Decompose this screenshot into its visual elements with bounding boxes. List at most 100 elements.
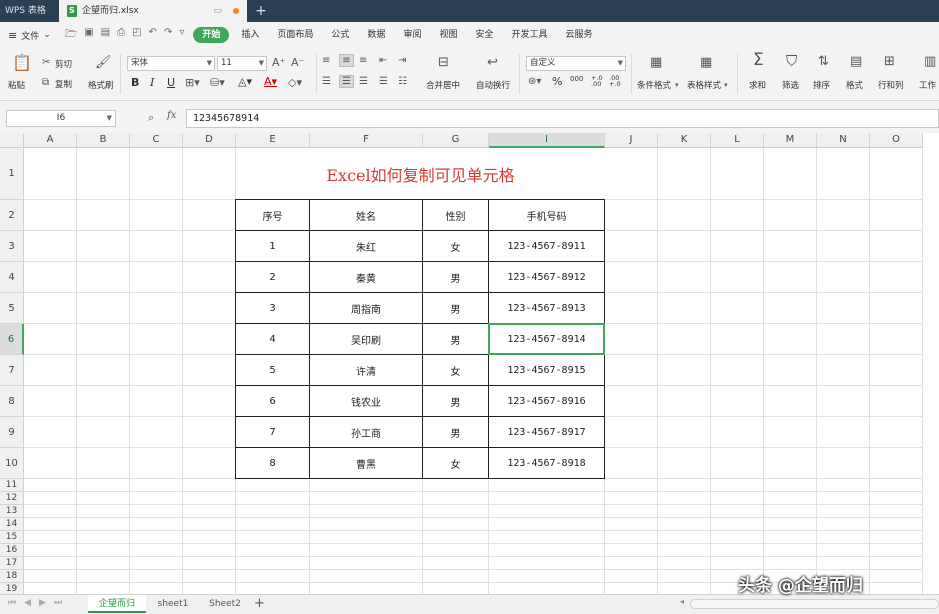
active-cell-selection[interactable]	[488, 323, 605, 355]
menu-cloud[interactable]: 云服务	[557, 22, 602, 48]
thousands-button[interactable]: 000	[570, 75, 583, 83]
merge-center-button[interactable]: 合并居中	[426, 79, 460, 91]
filter-button[interactable]: 筛选	[782, 79, 799, 91]
menu-formulas[interactable]: 公式	[322, 22, 358, 48]
column-header[interactable]: O	[870, 133, 923, 148]
table-cell[interactable]: 6	[236, 386, 310, 417]
row-header[interactable]: 15	[0, 531, 24, 544]
menu-view[interactable]: 视图	[430, 22, 466, 48]
row-header[interactable]: 5	[0, 293, 24, 324]
format-painter-button[interactable]: 格式刷	[88, 79, 114, 91]
table-cell[interactable]: 秦黄	[310, 262, 423, 293]
row-header[interactable]: 17	[0, 557, 24, 570]
sheet-tab-sheet2[interactable]: Sheet2	[200, 595, 250, 613]
column-header[interactable]: I	[489, 133, 605, 148]
column-header[interactable]: B	[77, 133, 130, 148]
font-name-select[interactable]: 宋体 ▼	[127, 56, 215, 71]
sheet-tab-qiwang[interactable]: 企望而归	[88, 595, 146, 613]
align-bottom-icon[interactable]: ≡	[359, 55, 367, 66]
number-format-select[interactable]: 自定义 ▼	[526, 56, 626, 71]
scroll-left-icon[interactable]: ◂	[680, 597, 684, 606]
menu-insert[interactable]: 插入	[232, 22, 268, 48]
table-cell[interactable]: 男	[423, 417, 489, 448]
table-cell[interactable]: 曹黑	[310, 448, 423, 479]
paste-icon[interactable]: 📋	[12, 55, 32, 71]
add-sheet-button[interactable]: +	[254, 595, 265, 613]
wrap-text-icon[interactable]: ↩	[487, 56, 498, 69]
table-cell[interactable]: 3	[236, 293, 310, 324]
row-header[interactable]: 16	[0, 544, 24, 557]
align-left-icon[interactable]: ☰	[322, 76, 331, 87]
table-cell[interactable]: 吴印刷	[310, 324, 423, 355]
table-cell[interactable]: 7	[236, 417, 310, 448]
new-tab-button[interactable]: +	[252, 0, 270, 22]
table-cell[interactable]: 1	[236, 231, 310, 262]
row-header[interactable]: 12	[0, 492, 24, 505]
cut-button[interactable]: 剪切	[55, 58, 72, 70]
filter-icon[interactable]: ⛉	[786, 54, 797, 69]
menu-data[interactable]: 数据	[358, 22, 394, 48]
sort-button[interactable]: 排序	[813, 79, 830, 91]
table-cell[interactable]: 朱红	[310, 231, 423, 262]
table-cell[interactable]: 女	[423, 355, 489, 386]
indent-decrease-icon[interactable]: ⇤	[379, 55, 387, 66]
row-header[interactable]: 18	[0, 570, 24, 583]
select-all-corner[interactable]	[0, 133, 24, 148]
align-center-icon[interactable]: ☰	[339, 75, 354, 88]
row-header[interactable]: 4	[0, 262, 24, 293]
row-header[interactable]: 3	[0, 231, 24, 262]
row-header[interactable]: 2	[0, 200, 24, 231]
spreadsheet-grid[interactable]: A B C D E F G I J K L M N O 1 2 3 4 5 6 7 8 9 10 11 12 13 14 15 16 17 1…	[0, 133, 939, 594]
underline-button[interactable]: U	[167, 76, 175, 89]
table-cell[interactable]: 123-4567-8916	[489, 386, 605, 417]
justify-icon[interactable]: ☰	[379, 76, 388, 87]
table-cell[interactable]: 女	[423, 231, 489, 262]
column-header[interactable]: J	[605, 133, 658, 148]
table-cell[interactable]: 女	[423, 448, 489, 479]
open-icon[interactable]: 🗁	[65, 27, 77, 44]
cut-icon[interactable]: ✂	[42, 57, 50, 68]
table-cell[interactable]: 孙工商	[310, 417, 423, 448]
name-box[interactable]: I6 ▼	[6, 110, 116, 127]
worksheet-icon[interactable]: ▥	[924, 55, 936, 68]
menu-home[interactable]: 开始	[193, 27, 230, 43]
sum-button[interactable]: 求和	[749, 79, 766, 91]
zoom-search-icon[interactable]: ⌕	[148, 111, 154, 125]
indent-increase-icon[interactable]: ⇥	[398, 55, 406, 66]
rows-cols-button[interactable]: 行和列	[878, 79, 904, 91]
row-header[interactable]: 8	[0, 386, 24, 417]
table-header-cell[interactable]: 序号	[236, 200, 310, 231]
row-header[interactable]: 6	[0, 324, 24, 355]
table-cell[interactable]: 8	[236, 448, 310, 479]
align-middle-icon[interactable]: ≡	[339, 54, 354, 67]
bold-button[interactable]: B	[131, 76, 139, 89]
table-cell[interactable]: 男	[423, 293, 489, 324]
conditional-format-icon[interactable]: ▦	[650, 56, 662, 69]
table-cell[interactable]: 123-4567-8913	[489, 293, 605, 324]
sheet-tab-sheet1[interactable]: sheet1	[148, 595, 198, 613]
table-cell[interactable]: 2	[236, 262, 310, 293]
table-cell[interactable]: 周指南	[310, 293, 423, 324]
more-icon[interactable]: ▿	[179, 27, 184, 44]
table-style-icon[interactable]: ▦	[700, 56, 712, 69]
sheet-nav-arrows-icon[interactable]: ⏮◀▶⏭	[8, 598, 70, 608]
font-size-select[interactable]: 11 ▼	[217, 56, 267, 71]
table-cell[interactable]: 123-4567-8918	[489, 448, 605, 479]
column-header[interactable]: F	[310, 133, 423, 148]
decrease-font-icon[interactable]: A⁻	[291, 56, 304, 69]
format-icon[interactable]: ▤	[850, 55, 862, 68]
row-header[interactable]: 7	[0, 355, 24, 386]
preview-icon[interactable]: ◰	[132, 27, 141, 44]
column-header[interactable]: L	[711, 133, 764, 148]
align-top-icon[interactable]: ≡	[322, 55, 330, 66]
decrease-decimal-button[interactable]: .00 +.0	[609, 75, 623, 88]
conditional-format-button[interactable]: 条件格式	[637, 79, 671, 91]
format-painter-icon[interactable]: 🖌	[95, 56, 112, 69]
table-header-cell[interactable]: 姓名	[310, 200, 423, 231]
italic-button[interactable]: I	[150, 76, 154, 89]
table-header-cell[interactable]: 手机号码	[489, 200, 605, 231]
column-header[interactable]: M	[764, 133, 817, 148]
increase-font-icon[interactable]: A⁺	[272, 56, 285, 69]
copy-icon[interactable]: ⧉	[42, 77, 49, 88]
sort-icon[interactable]: ⇅	[818, 55, 829, 68]
